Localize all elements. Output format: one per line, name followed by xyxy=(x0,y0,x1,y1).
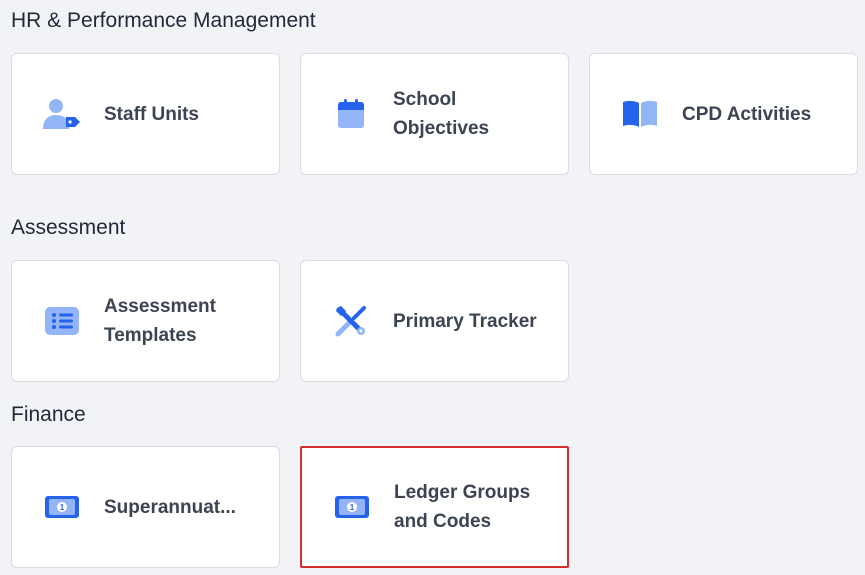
card-staff-units[interactable]: Staff Units xyxy=(11,53,280,175)
tools-icon xyxy=(329,299,373,343)
section-grid-hr: Staff Units School Objectives CPD Activi… xyxy=(11,53,858,175)
user-tag-icon xyxy=(40,92,84,136)
empty-slot xyxy=(589,260,858,382)
section-title-finance: Finance xyxy=(11,403,86,426)
card-label: Staff Units xyxy=(104,103,199,125)
card-school-objectives[interactable]: School Objectives xyxy=(300,53,569,175)
card-label: Assessment Templates xyxy=(104,296,216,346)
section-title-hr: HR & Performance Management xyxy=(11,9,316,32)
svg-text:1: 1 xyxy=(350,503,355,512)
card-superannuation[interactable]: 1 Superannuat... xyxy=(11,446,280,568)
card-ledger-groups-and-codes[interactable]: 1 Ledger Groups and Codes xyxy=(300,446,569,568)
card-label: CPD Activities xyxy=(682,103,812,125)
empty-slot xyxy=(589,446,858,568)
section-title-assessment: Assessment xyxy=(11,216,126,239)
card-primary-tracker[interactable]: Primary Tracker xyxy=(300,260,569,382)
money-bill-icon: 1 xyxy=(40,485,84,529)
calendar-icon xyxy=(329,92,373,136)
book-open-icon xyxy=(618,92,662,136)
svg-text:1: 1 xyxy=(60,503,65,512)
card-label: Primary Tracker xyxy=(393,310,537,332)
card-cpd-activities[interactable]: CPD Activities xyxy=(589,53,858,175)
card-assessment-templates[interactable]: Assessment Templates xyxy=(11,260,280,382)
settings-page: HR & Performance Management Staff Units xyxy=(0,0,865,575)
section-grid-assessment: Assessment Templates Primary Tracker xyxy=(11,260,858,382)
money-bill-icon: 1 xyxy=(330,485,374,529)
list-icon xyxy=(40,299,84,343)
card-label: Ledger Groups and Codes xyxy=(394,482,531,532)
card-label: Superannuat... xyxy=(104,496,236,518)
section-grid-finance: 1 Superannuat... 1 Ledger Groups and Cod… xyxy=(11,446,858,568)
card-label: School Objectives xyxy=(393,89,490,139)
